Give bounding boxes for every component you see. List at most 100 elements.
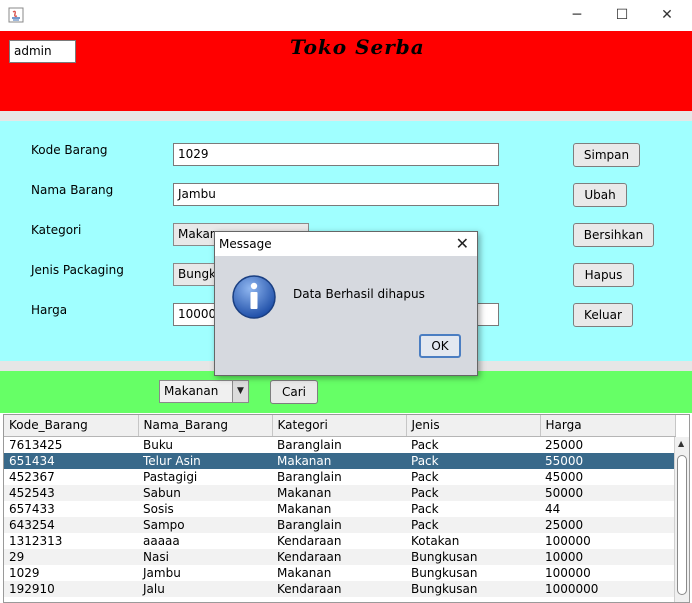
table-cell: Makanan [277, 501, 332, 516]
hapus-button[interactable]: Hapus [573, 263, 634, 287]
java-app-icon [8, 7, 24, 23]
column-header[interactable]: Kode_Barang [4, 415, 139, 437]
table-cell: Kendaraan [277, 533, 342, 548]
table-cell: 29 [4, 548, 138, 565]
table-cell: 1029 [9, 565, 40, 580]
search-category-dropdown[interactable]: Makanan ▼ [159, 380, 249, 403]
table-cell: Makanan [272, 484, 406, 501]
table-cell: 643254 [4, 516, 138, 533]
table-row[interactable]: 29 Nasi Kendaraan Bungkusan 10000 [4, 548, 675, 565]
table-row[interactable]: 657433 Sosis Makanan Pack 44 [4, 501, 675, 517]
table-cell: 657433 [9, 501, 55, 516]
table-cell: 25000 [540, 516, 675, 533]
table-header: Kode_Barang Nama_Barang Kategori Jenis H… [4, 415, 676, 437]
table-cell: 1000000 [540, 580, 675, 597]
table-cell: Baranglain [277, 437, 342, 452]
table-cell: Kendaraan [272, 580, 406, 597]
table-cell: Pack [411, 469, 439, 484]
minimize-button[interactable]: ─ [567, 6, 587, 24]
harga-label: Harga [31, 303, 68, 317]
app-title: Toko Serba [290, 35, 425, 59]
separator [0, 111, 692, 121]
table-cell: Kotakan [411, 533, 460, 548]
column-header[interactable]: Harga [540, 415, 676, 437]
table-cell: 10000 [540, 548, 675, 565]
table-cell: Buku [143, 437, 174, 452]
close-icon[interactable]: ✕ [456, 234, 469, 253]
table-cell: 100000 [545, 565, 591, 580]
table-cell: 651434 [4, 452, 138, 469]
column-header[interactable]: Jenis [406, 415, 541, 437]
table-cell: Bungkusan [406, 580, 540, 597]
table-cell: Sosis [143, 501, 174, 516]
user-field[interactable]: admin [9, 40, 76, 63]
kategori-label: Kategori [31, 223, 82, 237]
close-window-button[interactable]: ✕ [657, 6, 677, 24]
window-titlebar: ─ ☐ ✕ [0, 0, 692, 31]
message-dialog: Message ✕ Data Berhasil dihapus OK [214, 231, 478, 376]
ok-button[interactable]: OK [419, 334, 461, 358]
scroll-up-icon[interactable]: ▲ [678, 439, 684, 448]
table-cell: Sampo [138, 516, 272, 533]
nama-barang-field[interactable]: Jambu [173, 183, 499, 206]
table-row[interactable]: 7613425 Buku Baranglain Pack 25000 [4, 436, 675, 453]
table-row[interactable]: 651434 Telur Asin Makanan Pack 55000 [4, 452, 675, 469]
table-cell: Pack [406, 516, 540, 533]
ubah-button[interactable]: Ubah [573, 183, 627, 207]
table-row[interactable]: 192910 Jalu Kendaraan Bungkusan 1000000 [4, 580, 675, 597]
table-cell: Pack [411, 437, 439, 452]
table-row[interactable]: 452543 Sabun Makanan Pack 50000 [4, 484, 675, 501]
table-cell: 50000 [540, 484, 675, 501]
table-row[interactable]: 1312313 aaaaa Kendaraan Kotakan 100000 [4, 533, 675, 549]
information-icon [232, 275, 276, 319]
table-cell: 55000 [540, 452, 675, 469]
table-cell: Baranglain [277, 469, 342, 484]
search-panel: Makanan ▼ Cari [0, 371, 692, 413]
table-cell: Makanan [277, 565, 332, 580]
table-cell: Sabun [138, 484, 272, 501]
barang-table: Kode_Barang Nama_Barang Kategori Jenis H… [3, 414, 690, 603]
maximize-button[interactable]: ☐ [612, 6, 632, 24]
table-cell: Jalu [138, 580, 272, 597]
table-cell: Nasi [138, 548, 272, 565]
kode-barang-label: Kode Barang [31, 143, 108, 157]
dialog-titlebar: Message ✕ [215, 232, 477, 256]
simpan-button[interactable]: Simpan [573, 143, 640, 167]
table-cell: 7613425 [9, 437, 63, 452]
column-header[interactable]: Nama_Barang [138, 415, 273, 437]
table-cell: aaaaa [143, 533, 180, 548]
scroll-thumb[interactable] [677, 455, 687, 595]
table-cell: Makanan [272, 452, 406, 469]
table-cell: Bungkusan [411, 565, 478, 580]
table-cell: Kendaraan [272, 548, 406, 565]
table-cell: Pack [406, 484, 540, 501]
keluar-button[interactable]: Keluar [573, 303, 633, 327]
table-cell: Jambu [143, 565, 181, 580]
table-cell: Bungkusan [406, 548, 540, 565]
jenis-packaging-label: Jenis Packaging [31, 263, 124, 277]
vertical-scrollbar[interactable]: ▲ [674, 437, 689, 602]
table-row[interactable]: 1029 Jambu Makanan Bungkusan 100000 [4, 565, 675, 581]
table-row[interactable]: 452367 Pastagigi Baranglain Pack 45000 [4, 469, 675, 485]
table-cell: 25000 [545, 437, 584, 452]
search-category-value: Makanan [164, 384, 219, 398]
table-cell: Pack [406, 452, 540, 469]
table-row[interactable]: 643254 Sampo Baranglain Pack 25000 [4, 516, 675, 533]
table-cell: 45000 [545, 469, 584, 484]
table-cell: 1312313 [9, 533, 63, 548]
chevron-down-icon[interactable]: ▼ [232, 381, 248, 402]
dialog-message: Data Berhasil dihapus [293, 287, 425, 301]
cari-button[interactable]: Cari [270, 380, 318, 404]
table-cell: 452367 [9, 469, 55, 484]
nama-barang-label: Nama Barang [31, 183, 114, 197]
column-header[interactable]: Kategori [272, 415, 407, 437]
table-cell: 44 [545, 501, 561, 516]
bersihkan-button[interactable]: Bersihkan [573, 223, 654, 247]
table-cell: Pastagigi [143, 469, 198, 484]
table-cell: Telur Asin [138, 452, 272, 469]
table-cell: 100000 [545, 533, 591, 548]
table-cell: 192910 [4, 580, 138, 597]
kode-barang-field[interactable]: 1029 [173, 143, 499, 166]
table-cell: 452543 [4, 484, 138, 501]
table-cell: Baranglain [272, 516, 406, 533]
